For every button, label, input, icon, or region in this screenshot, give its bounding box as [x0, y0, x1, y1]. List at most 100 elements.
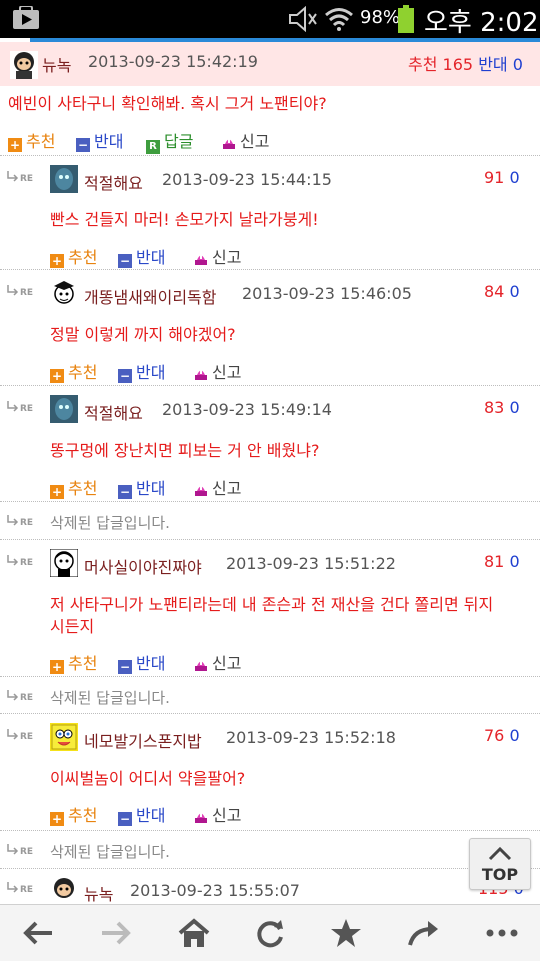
oppose-button[interactable]: − 반대 — [118, 244, 165, 268]
recommend-button[interactable]: + 추천 — [50, 802, 97, 826]
oppose-count: 0 — [512, 55, 523, 74]
reply-arrow-icon: RE — [7, 729, 33, 742]
svg-text:RE: RE — [20, 174, 33, 184]
siren-icon — [195, 254, 207, 265]
post-message: 예빈이 사타구니 확인해봐. 혹시 그거 노팬티야? — [8, 94, 327, 113]
reply-arrow-icon: RE — [7, 285, 33, 298]
browser-nav-bar — [0, 904, 540, 961]
reply-item: RE 개똥냄새왜이리독함 2013-09-23 15:46:05 84 0 정말… — [0, 269, 540, 385]
svg-text:RE: RE — [20, 288, 33, 298]
reply-message: 빤스 건들지 마러! 손모가지 날라가붕게! — [50, 210, 319, 229]
reply-message: 정말 이렇게 까지 해야겠어? — [50, 325, 236, 344]
recommend-button[interactable]: + 추천 — [8, 128, 55, 152]
share-icon[interactable] — [404, 915, 444, 951]
plus-icon: + — [50, 485, 64, 499]
recommend-button[interactable]: + 추천 — [50, 244, 97, 268]
battery-icon — [398, 5, 414, 33]
reply-date: 2013-09-23 15:44:15 — [162, 170, 332, 189]
svg-text:RE: RE — [20, 404, 33, 414]
reply-score: 76 0 — [484, 726, 520, 745]
oppose-button[interactable]: − 반대 — [118, 650, 165, 674]
svg-text:RE: RE — [20, 732, 33, 742]
recommend-button[interactable]: + 추천 — [50, 650, 97, 674]
reply-item: RE 머사실이야진짜야 2013-09-23 15:51:22 81 0 저 사… — [0, 539, 540, 687]
reply-date: 2013-09-23 15:51:22 — [226, 554, 396, 573]
plus-icon: + — [50, 660, 64, 674]
refresh-icon[interactable] — [250, 915, 290, 951]
reply-score: 83 0 — [484, 398, 520, 417]
more-icon[interactable] — [482, 915, 522, 951]
reply-arrow-icon: RE — [7, 882, 33, 895]
report-button[interactable]: 신고 — [222, 128, 269, 152]
avatar — [50, 395, 78, 423]
reply-item: RE 네모발기스폰지밥 2013-09-23 15:52:18 76 0 이씨벌… — [0, 713, 540, 830]
report-button[interactable]: 신고 — [194, 244, 241, 268]
minus-icon: − — [118, 485, 132, 499]
reply-author[interactable]: 적절해요 — [84, 400, 143, 424]
home-icon[interactable] — [174, 915, 214, 951]
reply-author[interactable]: 머사실이야진짜야 — [84, 554, 202, 578]
reply-arrow-icon: RE — [7, 690, 33, 703]
avatar — [50, 549, 78, 577]
post-author[interactable]: 뉴녹 — [42, 52, 71, 76]
minus-icon: − — [118, 369, 132, 383]
reply-date: 2013-09-23 15:55:07 — [130, 881, 300, 900]
reply-message: 똥구멍에 장난치면 피보는 거 안 배웠냐? — [50, 441, 320, 460]
deleted-text: 삭제된 답글입니다. — [50, 843, 170, 861]
reply-item: RE 적절해요 2013-09-23 15:44:15 91 0 빤스 건들지 … — [0, 155, 540, 269]
plus-icon: + — [8, 138, 22, 152]
reply-arrow-icon: RE — [7, 401, 33, 414]
deleted-reply: RE 삭제된 답글입니다. — [0, 501, 540, 539]
reply-arrow-icon: RE — [7, 171, 33, 184]
oppose-button[interactable]: − 반대 — [118, 802, 165, 826]
reply-date: 2013-09-23 15:52:18 — [226, 728, 396, 747]
avatar — [50, 165, 78, 193]
svg-text:RE: RE — [20, 518, 33, 528]
reply-item: RE 뉴녹 2013-09-23 15:55:07 115 0 — [0, 868, 540, 905]
reply-score: 81 0 — [484, 552, 520, 571]
reply-author[interactable]: 뉴녹 — [84, 881, 113, 905]
play-store-icon — [13, 6, 39, 29]
deleted-text: 삭제된 답글입니다. — [50, 514, 170, 532]
reply-arrow-icon: RE — [7, 515, 33, 528]
deleted-reply: RE 삭제된 답글입니다. — [0, 676, 540, 714]
reply-author[interactable]: 네모발기스폰지밥 — [84, 728, 202, 752]
report-button[interactable]: 신고 — [194, 359, 241, 383]
reply-author[interactable]: 적절해요 — [84, 170, 143, 194]
back-icon[interactable] — [18, 915, 58, 951]
reply-button[interactable]: R 답글 — [146, 128, 193, 154]
reply-date: 2013-09-23 15:46:05 — [242, 284, 412, 303]
report-button[interactable]: 신고 — [194, 650, 241, 674]
clock: 오후 2:02 — [424, 8, 539, 38]
oppose-label: 반대 — [478, 55, 508, 74]
svg-text:RE: RE — [20, 693, 33, 703]
plus-icon: + — [50, 369, 64, 383]
post-date: 2013-09-23 15:42:19 — [88, 52, 258, 71]
oppose-button[interactable]: − 반대 — [76, 128, 123, 152]
forward-icon[interactable] — [96, 915, 136, 951]
avatar — [50, 877, 78, 905]
siren-icon — [195, 660, 207, 671]
svg-text:RE: RE — [20, 847, 33, 857]
avatar — [50, 279, 78, 307]
scroll-top-button[interactable]: TOP — [469, 838, 531, 890]
minus-icon: − — [118, 812, 132, 826]
wifi-icon — [325, 8, 353, 31]
battery-percent: 98% — [360, 7, 401, 28]
recommend-count: 165 — [442, 55, 474, 74]
svg-text:RE: RE — [20, 885, 33, 895]
reply-author[interactable]: 개똥냄새왜이리독함 — [84, 284, 216, 308]
reply-arrow-icon: RE — [7, 555, 33, 568]
plus-icon: + — [50, 812, 64, 826]
recommend-button[interactable]: + 추천 — [50, 475, 97, 499]
report-button[interactable]: 신고 — [194, 802, 241, 826]
report-button[interactable]: 신고 — [194, 475, 241, 499]
oppose-button[interactable]: − 반대 — [118, 359, 165, 383]
top-label: TOP — [481, 865, 519, 884]
recommend-button[interactable]: + 추천 — [50, 359, 97, 383]
oppose-button[interactable]: − 반대 — [118, 475, 165, 499]
reply-score: 84 0 — [484, 282, 520, 301]
deleted-reply: RE 삭제된 답글입니다. — [0, 830, 540, 868]
siren-icon — [223, 138, 235, 149]
star-icon[interactable] — [326, 915, 366, 951]
